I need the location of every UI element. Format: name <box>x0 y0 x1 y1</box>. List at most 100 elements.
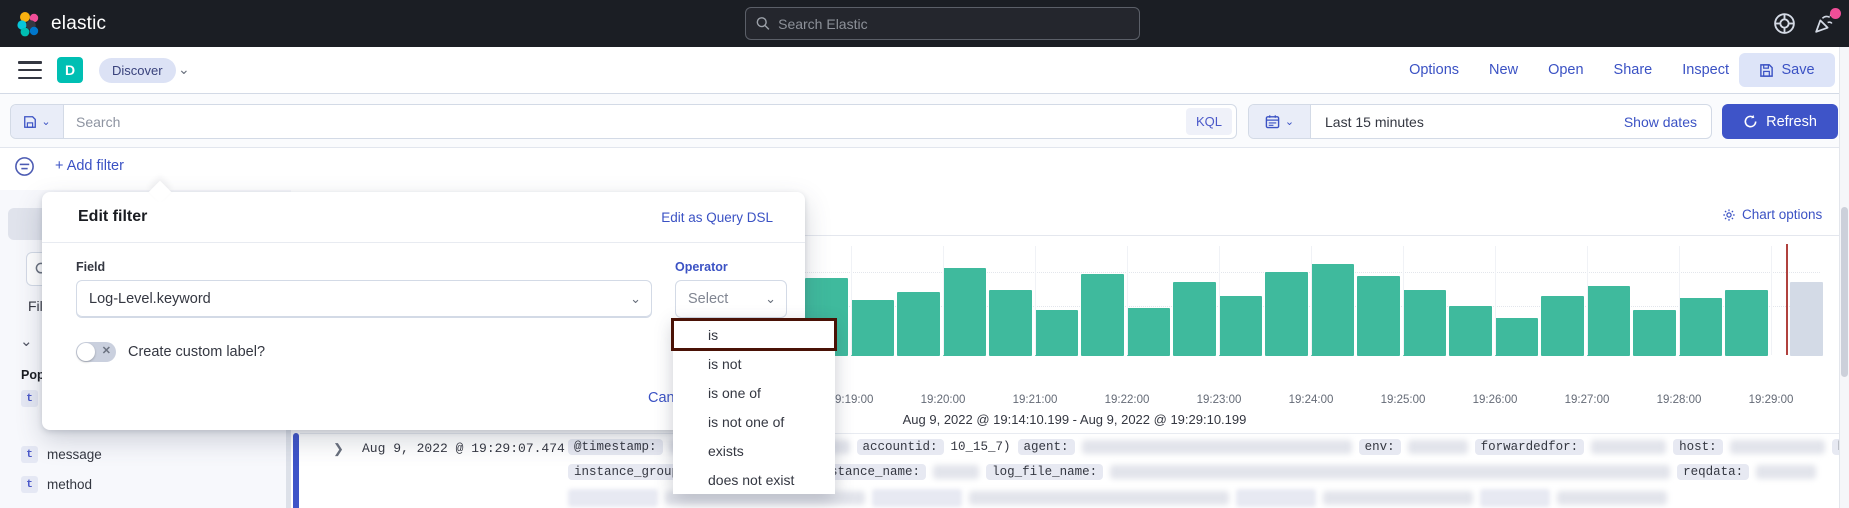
row-timestamp: Aug 9, 2022 @ 19:29:07.474 <box>362 441 565 456</box>
notification-dot <box>1830 8 1841 19</box>
query-bar: ⌄ KQL ⌄ Last 15 minutes Show dates <box>0 94 1849 148</box>
edit-as-query-dsl-link[interactable]: Edit as Query DSL <box>661 210 773 225</box>
histogram-bar-19:26:30[interactable] <box>1541 296 1584 356</box>
gridline <box>1127 246 1128 355</box>
histogram-bar-19:27:00[interactable] <box>1587 286 1630 356</box>
add-filter-link[interactable]: + Add filter <box>55 158 124 174</box>
histogram-bar-19:25:00[interactable] <box>1403 290 1446 356</box>
scrollbar-thumb[interactable] <box>1841 207 1848 377</box>
operator-option-exists[interactable]: exists <box>673 436 835 465</box>
x-axis-tick-label: 19:25:00 <box>1381 394 1426 406</box>
field-type-badge: t <box>21 446 38 463</box>
histogram-bar-19:24:30[interactable] <box>1357 276 1400 356</box>
histogram-bar-19:19:30[interactable] <box>897 292 940 356</box>
query-language-button[interactable]: KQL <box>1186 108 1232 135</box>
chevron-down-icon: ⌄ <box>41 115 50 128</box>
brand-text: elastic <box>51 13 106 35</box>
histogram-bar-19:26:00[interactable] <box>1495 318 1538 356</box>
field-select[interactable]: Log-Level.keyword ⌄ <box>76 280 652 318</box>
histogram-bar-19:25:30[interactable] <box>1449 306 1492 356</box>
doc-field-badge: reqdata: <box>1677 464 1749 480</box>
top-menu-link-options[interactable]: Options <box>1409 62 1459 78</box>
breadcrumb-discover[interactable]: Discover <box>99 58 176 83</box>
redacted-value <box>1110 465 1670 479</box>
filter-menu-icon[interactable] <box>14 156 35 177</box>
save-icon <box>1759 63 1774 78</box>
top-menu-link-new[interactable]: New <box>1489 62 1518 78</box>
doc-field-badge: env: <box>1359 439 1401 455</box>
date-quick-select-button[interactable]: ⌄ <box>1249 105 1311 138</box>
operator-option-is-not-one-of[interactable]: is not one of <box>673 407 835 436</box>
histogram-bar-19:22:00[interactable] <box>1127 308 1170 356</box>
space-badge[interactable]: D <box>57 57 83 83</box>
chevron-down-icon[interactable]: ⌄ <box>20 332 33 350</box>
operator-option-is-one-of[interactable]: is one of <box>673 378 835 407</box>
operator-option-does-not-exist[interactable]: does not exist <box>673 465 835 494</box>
x-axis-tick-label: 19:28:00 <box>1657 394 1702 406</box>
app-nav-bar: D Discover ⌄ OptionsNewOpenShareInspect … <box>0 47 1849 94</box>
x-axis-tick-label: 19:20:00 <box>921 394 966 406</box>
histogram-bar-19:21:00[interactable] <box>1035 310 1078 356</box>
histogram-bar-19:23:00[interactable] <box>1219 296 1262 356</box>
redacted-value <box>1557 491 1667 505</box>
global-search-input[interactable] <box>778 16 1129 32</box>
histogram-bar-19:20:30[interactable] <box>989 290 1032 356</box>
doc-field-badge: accountid: <box>857 439 944 455</box>
top-menu-link-inspect[interactable]: Inspect <box>1682 62 1729 78</box>
help-icon[interactable] <box>1772 11 1797 36</box>
histogram-bar-19:21:30[interactable] <box>1081 274 1124 356</box>
operator-select[interactable]: Select ⌄ <box>675 280 787 318</box>
sidebar-resizer[interactable] <box>286 430 291 508</box>
doc-field-badge: host: <box>1673 439 1723 455</box>
redacted-value <box>1323 491 1473 505</box>
breadcrumb-caret-icon[interactable]: ⌄ <box>178 61 190 78</box>
gridline <box>851 246 852 355</box>
histogram-bar-19:28:30[interactable] <box>1725 290 1768 356</box>
histogram-bar-19:23:30[interactable] <box>1265 272 1308 356</box>
show-dates-link[interactable]: Show dates <box>1624 114 1711 130</box>
query-search-input[interactable] <box>64 114 1186 130</box>
custom-label-switch[interactable]: ✕ <box>76 342 116 362</box>
time-range-value[interactable]: Last 15 minutes <box>1311 114 1624 130</box>
elastic-logo[interactable]: elastic <box>16 0 106 47</box>
page-scrollbar[interactable] <box>1839 47 1849 508</box>
histogram-bar-19:22:30[interactable] <box>1173 282 1216 356</box>
menu-hamburger-icon[interactable] <box>18 61 42 79</box>
popover-title: Edit filter <box>78 208 147 226</box>
histogram-bar-19:28:00[interactable] <box>1679 298 1722 356</box>
x-axis-tick-label: 19:26:00 <box>1473 394 1518 406</box>
top-menu-link-share[interactable]: Share <box>1614 62 1653 78</box>
save-button[interactable]: Save <box>1739 53 1835 87</box>
search-icon <box>756 16 770 31</box>
redacted-value <box>1756 465 1816 479</box>
chart-options-label: Chart options <box>1742 207 1822 222</box>
global-search[interactable] <box>745 7 1140 40</box>
field-type-badge: t <box>21 390 38 407</box>
doc-field-value: 10_15_7) <box>951 440 1011 454</box>
refresh-button-label: Refresh <box>1766 114 1817 130</box>
sidebar-scrollbar[interactable] <box>293 433 299 508</box>
gridline <box>1495 246 1496 355</box>
field-item-message[interactable]: tmessage <box>21 446 102 463</box>
chevron-down-icon: ⌄ <box>630 291 641 307</box>
x-axis-tick-label: 19:23:00 <box>1197 394 1242 406</box>
operator-option-is[interactable]: is <box>673 320 835 349</box>
histogram-bar-19:20:00[interactable] <box>943 268 986 356</box>
histogram-partial-bucket[interactable] <box>1790 282 1823 356</box>
refresh-button[interactable]: Refresh <box>1722 104 1838 139</box>
gridline <box>1679 246 1680 355</box>
save-button-label: Save <box>1781 62 1814 78</box>
custom-label-text: Create custom label? <box>128 344 265 360</box>
x-axis-tick-label: 19:19:00 <box>829 394 874 406</box>
field-item-method[interactable]: tmethod <box>21 476 92 493</box>
operator-label: Operator <box>675 260 728 274</box>
histogram-bar-19:24:00[interactable] <box>1311 264 1354 356</box>
top-menu-link-open[interactable]: Open <box>1548 62 1583 78</box>
x-axis-tick-label: 19:21:00 <box>1013 394 1058 406</box>
expand-row-chevron[interactable]: ❯ <box>333 441 344 457</box>
chart-options-button[interactable]: Chart options <box>1722 207 1822 222</box>
operator-option-is-not[interactable]: is not <box>673 349 835 378</box>
histogram-bar-19:19:00[interactable] <box>851 300 894 356</box>
histogram-bar-19:27:30[interactable] <box>1633 310 1676 356</box>
saved-query-menu-button[interactable]: ⌄ <box>11 105 64 138</box>
